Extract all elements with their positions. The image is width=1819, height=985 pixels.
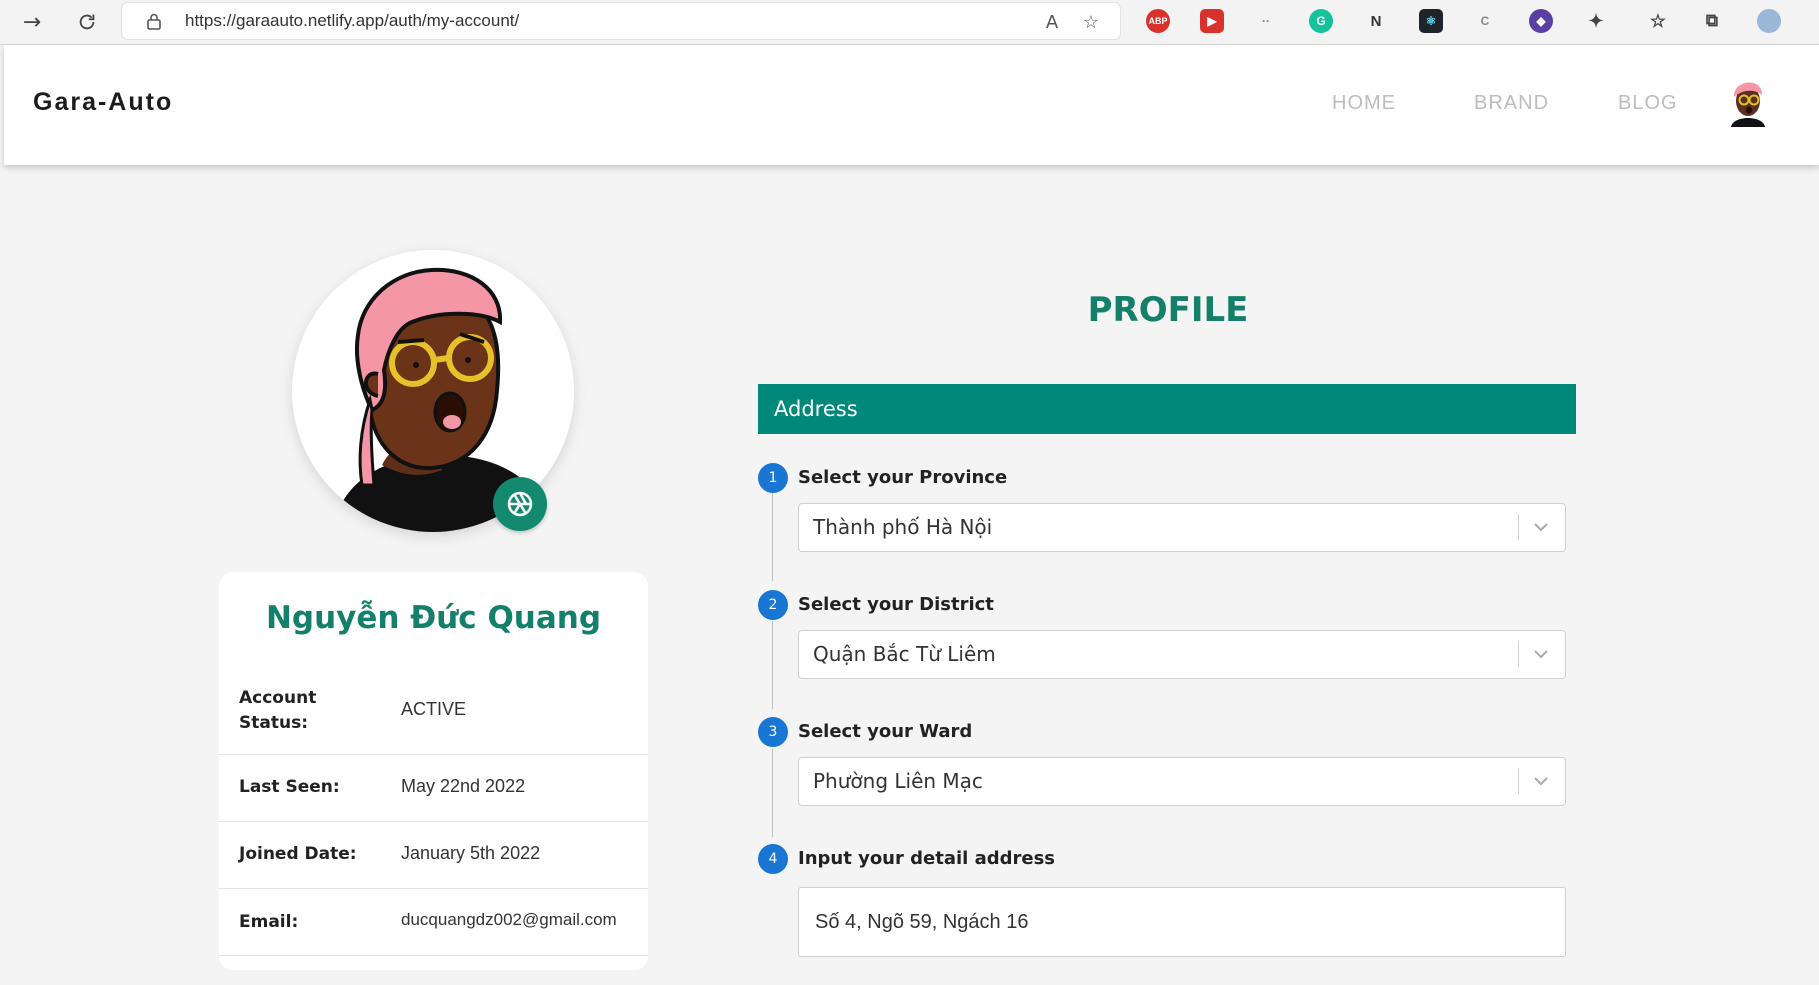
address-section-header: Address bbox=[758, 384, 1576, 434]
camera-aperture-icon bbox=[507, 491, 533, 517]
info-label: Email: bbox=[239, 912, 299, 932]
detail-address-input[interactable]: Số 4, Ngõ 59, Ngách 16 bbox=[798, 887, 1566, 957]
detail-address-value[interactable]: Số 4, Ngõ 59, Ngách 16 bbox=[815, 911, 1028, 934]
select-separator bbox=[1518, 514, 1519, 540]
info-row-last-seen: Last Seen: May 22nd 2022 bbox=[219, 755, 648, 822]
info-label: Joined Date: bbox=[239, 844, 357, 864]
ward-label: Select your Ward bbox=[798, 721, 973, 742]
info-label: Account Status: bbox=[239, 688, 317, 733]
district-value: Quận Bắc Từ Liêm bbox=[813, 642, 996, 666]
notion-extension-icon[interactable]: N bbox=[1364, 9, 1388, 33]
address-bar[interactable]: https://garaauto.netlify.app/auth/my-acc… bbox=[122, 3, 1120, 39]
detail-address-label: Input your detail address bbox=[798, 848, 1056, 869]
info-row-joined-date: Joined Date: January 5th 2022 bbox=[219, 822, 648, 889]
step-connector bbox=[772, 749, 773, 837]
nav-brand[interactable]: BRAND bbox=[1474, 92, 1549, 115]
nav-blog[interactable]: BLOG bbox=[1618, 92, 1678, 115]
header-avatar[interactable] bbox=[1723, 75, 1773, 127]
step-number: 2 bbox=[758, 590, 788, 620]
province-value: Thành phố Hà Nội bbox=[813, 515, 993, 539]
react-devtools-icon[interactable]: ⚛ bbox=[1419, 9, 1443, 33]
favorite-star-icon[interactable]: ☆ bbox=[1079, 10, 1103, 34]
select-separator bbox=[1518, 768, 1519, 794]
user-info-card: Nguyễn Đức Quang Account Status: ACTIVE … bbox=[219, 572, 648, 970]
adblock-extension-icon[interactable]: ABP bbox=[1146, 9, 1170, 33]
collections-icon[interactable]: ⧉ bbox=[1700, 9, 1724, 33]
forward-icon[interactable]: → bbox=[18, 8, 46, 36]
css-extension-icon[interactable]: C bbox=[1473, 9, 1497, 33]
extensions-puzzle-icon[interactable]: ✦ bbox=[1584, 9, 1608, 33]
step-number: 4 bbox=[758, 844, 788, 874]
chevron-down-icon[interactable] bbox=[1531, 517, 1551, 537]
chevron-down-icon[interactable] bbox=[1531, 644, 1551, 664]
joined-date-value: January 5th 2022 bbox=[401, 843, 541, 863]
refresh-icon[interactable] bbox=[73, 8, 101, 36]
email-value: ducquangdz002@gmail.com bbox=[401, 910, 617, 929]
district-label: Select your District bbox=[798, 594, 994, 615]
step-connector bbox=[772, 493, 773, 581]
dots-extension-icon[interactable]: ·· bbox=[1254, 9, 1278, 33]
url-text[interactable]: https://garaauto.netlify.app/auth/my-acc… bbox=[185, 11, 519, 31]
nav-home[interactable]: HOME bbox=[1332, 92, 1396, 115]
lock-icon bbox=[144, 11, 164, 31]
select-separator bbox=[1518, 641, 1519, 667]
ward-select[interactable]: Phường Liên Mạc bbox=[798, 757, 1566, 806]
info-row-email: Email: ducquangdz002@gmail.com bbox=[219, 889, 648, 956]
read-aloud-icon[interactable]: A bbox=[1040, 10, 1064, 34]
account-status-value: ACTIVE bbox=[401, 699, 467, 719]
section-title: Address bbox=[774, 397, 858, 421]
last-seen-value: May 22nd 2022 bbox=[401, 776, 526, 796]
site-header: Gara-Auto HOME BRAND BLOG bbox=[4, 45, 1819, 165]
grammarly-icon[interactable]: G bbox=[1309, 9, 1333, 33]
browser-profile-icon[interactable] bbox=[1757, 9, 1781, 33]
step-number: 3 bbox=[758, 717, 788, 747]
info-row-account-status: Account Status: ACTIVE bbox=[219, 664, 648, 755]
change-avatar-button[interactable] bbox=[493, 477, 547, 531]
vpn-extension-icon[interactable]: ◆ bbox=[1529, 9, 1553, 33]
page-title: PROFILE bbox=[1087, 290, 1249, 330]
step-connector bbox=[772, 621, 773, 709]
district-select[interactable]: Quận Bắc Từ Liêm bbox=[798, 630, 1566, 679]
province-label: Select your Province bbox=[798, 467, 1008, 488]
chevron-down-icon[interactable] bbox=[1531, 771, 1551, 791]
favorites-icon[interactable]: ☆ bbox=[1646, 9, 1670, 33]
province-select[interactable]: Thành phố Hà Nội bbox=[798, 503, 1566, 552]
brand-logo[interactable]: Gara-Auto bbox=[33, 88, 173, 117]
info-label: Last Seen: bbox=[239, 777, 340, 797]
step-number: 1 bbox=[758, 463, 788, 493]
browser-toolbar: → https://garaauto.netlify.app/auth/my-a… bbox=[0, 0, 1819, 45]
user-name: Nguyễn Đức Quang bbox=[265, 600, 602, 636]
media-extension-icon[interactable]: ▶ bbox=[1200, 9, 1224, 33]
ward-value: Phường Liên Mạc bbox=[813, 769, 983, 793]
